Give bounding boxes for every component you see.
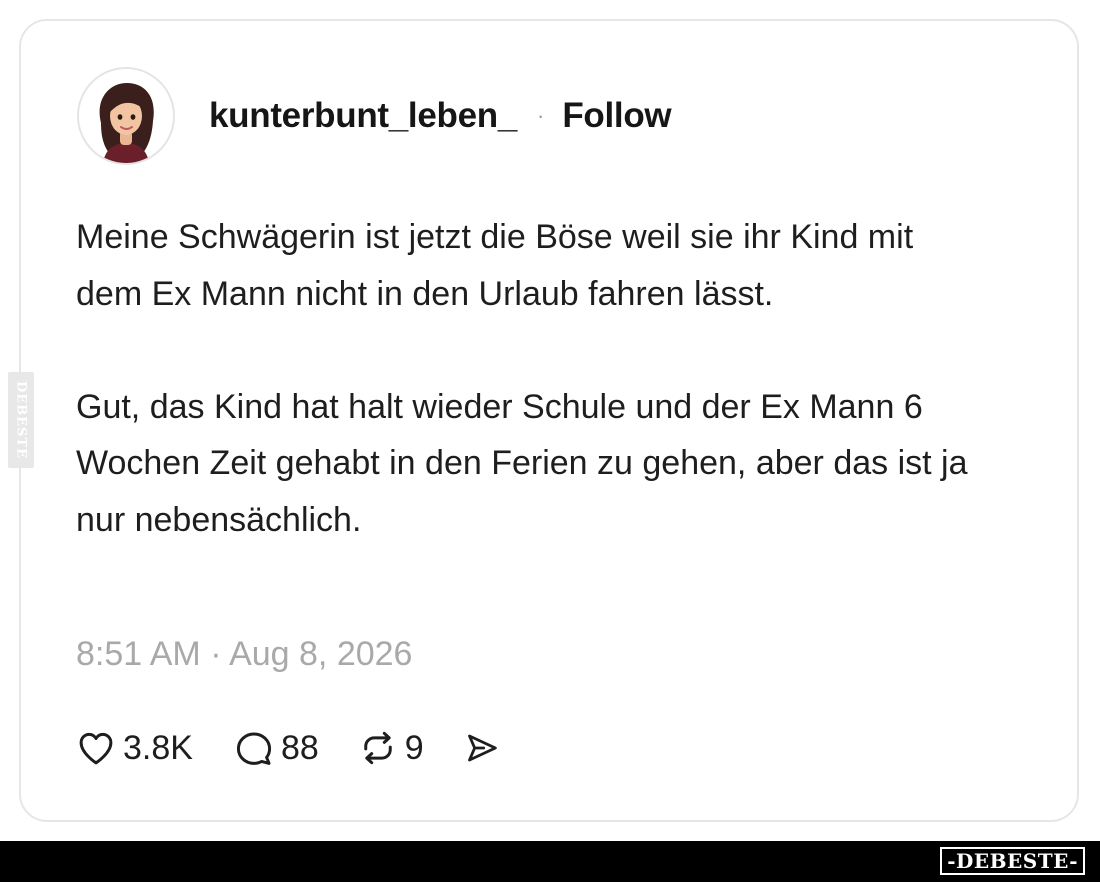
- post-header: kunterbunt_leben_ · Follow: [77, 67, 672, 165]
- like-count: 3.8K: [123, 728, 193, 767]
- avatar[interactable]: [77, 67, 175, 165]
- reply-count: 88: [280, 728, 319, 767]
- debeste-logo: -DEBESTE-: [940, 847, 1085, 875]
- repost-count: 9: [404, 728, 424, 767]
- side-watermark-text: DEBESTE: [13, 380, 29, 460]
- repost-button[interactable]: 9: [357, 727, 424, 769]
- side-watermark: DEBESTE: [8, 372, 34, 468]
- reply-button[interactable]: 88: [233, 727, 319, 769]
- send-icon: [467, 734, 497, 762]
- avatar-illustration: [79, 69, 173, 163]
- post-actions: 3.8K 88 9: [75, 725, 502, 771]
- header-separator: ·: [537, 103, 545, 128]
- post-card: kunterbunt_leben_ · Follow Meine Schwäge…: [19, 19, 1079, 822]
- bottom-watermark-bar: -DEBESTE-: [0, 841, 1100, 882]
- page: kunterbunt_leben_ · Follow Meine Schwäge…: [0, 0, 1100, 882]
- follow-button[interactable]: Follow: [562, 96, 671, 136]
- author-username[interactable]: kunterbunt_leben_: [209, 96, 517, 136]
- post-body: Meine Schwägerin ist jetzt die Böse weil…: [76, 209, 976, 548]
- share-button[interactable]: [462, 728, 502, 768]
- post-timestamp[interactable]: 8:51 AM · Aug 8, 2026: [76, 635, 412, 674]
- like-button[interactable]: 3.8K: [75, 727, 193, 769]
- comment-icon: [236, 732, 272, 765]
- heart-icon: [79, 732, 113, 765]
- repost-icon: [364, 731, 392, 765]
- post-paragraph-1: Meine Schwägerin ist jetzt die Böse weil…: [76, 218, 914, 313]
- post-paragraph-2: Gut, das Kind hat halt wieder Schule und…: [76, 387, 968, 539]
